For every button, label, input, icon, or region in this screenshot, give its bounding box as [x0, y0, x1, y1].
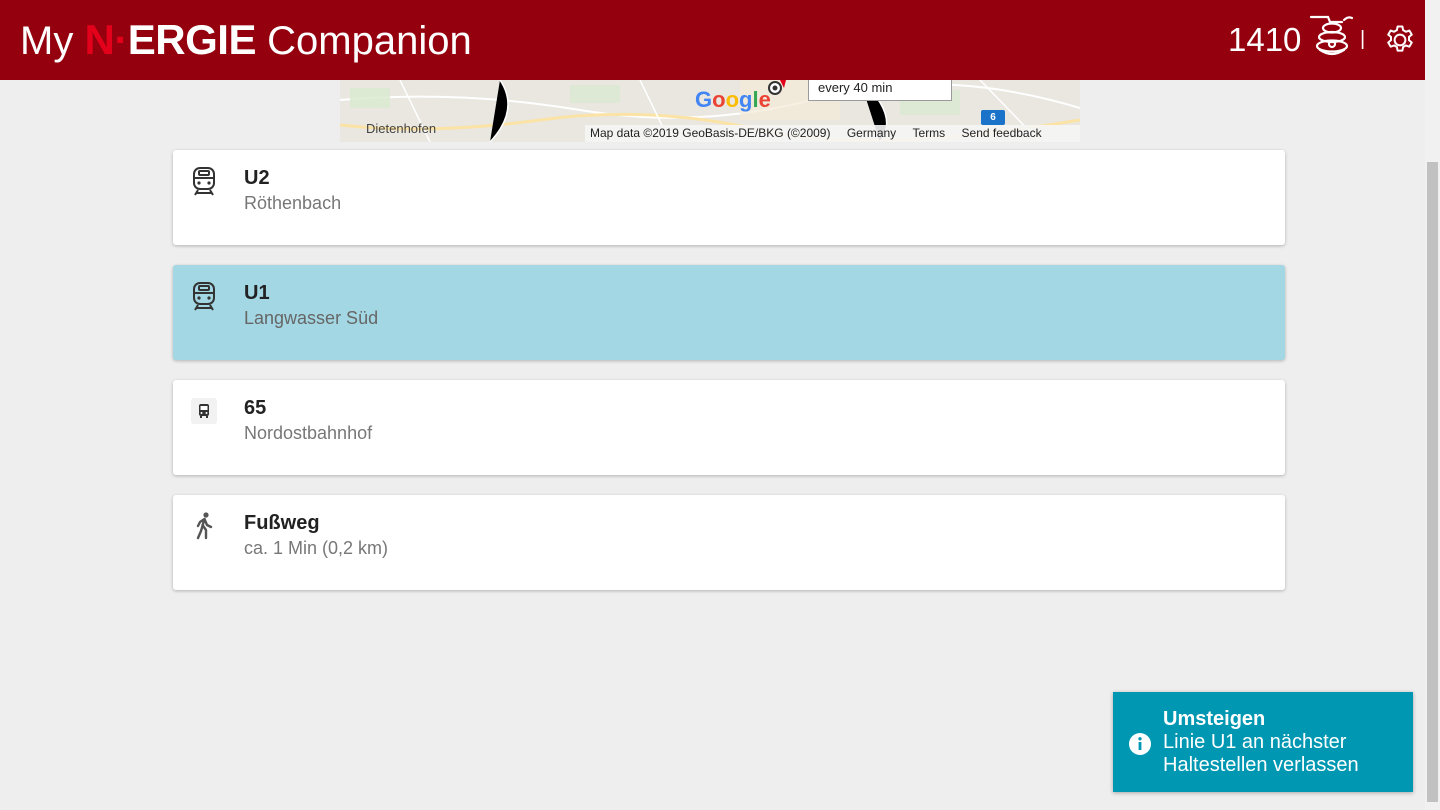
map-attribution: Map data ©2019 GeoBasis-DE/BKG (©2009) G… [585, 125, 1080, 142]
route-number-badge: 6 [981, 110, 1005, 125]
leg-line: 65 [244, 397, 267, 419]
leg-destination: Röthenbach [244, 193, 342, 213]
google-logo: Google [695, 87, 771, 112]
notification-title: Umsteigen [1163, 708, 1266, 730]
app-header: My N·ERGIE Companion 1410 | [0, 0, 1425, 80]
leg-card-u2[interactable]: U2 Röthenbach [173, 150, 1285, 245]
info-icon [1129, 733, 1151, 755]
bus-icon [191, 398, 217, 424]
walk-icon [196, 512, 213, 540]
leg-destination: Langwasser Süd [244, 308, 379, 328]
app-page: Dietenhofen Google every 40 min 6 Map da… [0, 0, 1440, 810]
leg-destination: ca. 1 Min (0,2 km) [244, 538, 389, 558]
map-data-credit: Map data ©2019 GeoBasis-DE/BKG (©2009) [590, 126, 831, 140]
leg-card-walk[interactable]: Fußweg ca. 1 Min (0,2 km) [173, 495, 1285, 590]
leg-line: U2 [244, 167, 270, 189]
gear-icon[interactable] [1383, 23, 1417, 57]
page-scrollbar[interactable] [1425, 0, 1440, 810]
header-separator: | [1360, 28, 1366, 50]
beehive-icon[interactable] [1308, 14, 1354, 58]
leg-line: Fußweg [244, 512, 320, 534]
map-terms-link[interactable]: Terms [913, 126, 946, 140]
scrollbar-thumb[interactable] [1427, 162, 1438, 802]
brand-suffix: Companion [267, 19, 472, 63]
points-score: 1410 [1228, 21, 1302, 58]
leg-card-65[interactable]: 65 Nordostbahnhof [173, 380, 1285, 475]
map-info-popup: every 40 min [808, 80, 952, 101]
transfer-notification[interactable]: Umsteigen Linie U1 an nächster Haltestel… [1113, 692, 1413, 792]
map-place-label: Dietenhofen [366, 121, 437, 136]
leg-line: U1 [244, 282, 270, 304]
subway-icon [193, 167, 215, 196]
nergie-logo: N·ERGIE [84, 16, 256, 63]
map-country-link[interactable]: Germany [847, 126, 896, 140]
brand-prefix: My [20, 19, 74, 63]
leg-destination: Nordostbahnhof [244, 423, 373, 443]
leg-card-u1[interactable]: U1 Langwasser Süd [173, 265, 1285, 360]
subway-icon [193, 282, 215, 311]
app-title: My N·ERGIE Companion [20, 16, 472, 65]
notification-message: Linie U1 an nächster Haltestellen verlas… [1163, 731, 1359, 776]
route-map[interactable]: Dietenhofen Google every 40 min 6 Map da… [340, 80, 1080, 142]
map-feedback-link[interactable]: Send feedback [962, 126, 1042, 140]
map-marker-icon[interactable] [764, 80, 786, 96]
